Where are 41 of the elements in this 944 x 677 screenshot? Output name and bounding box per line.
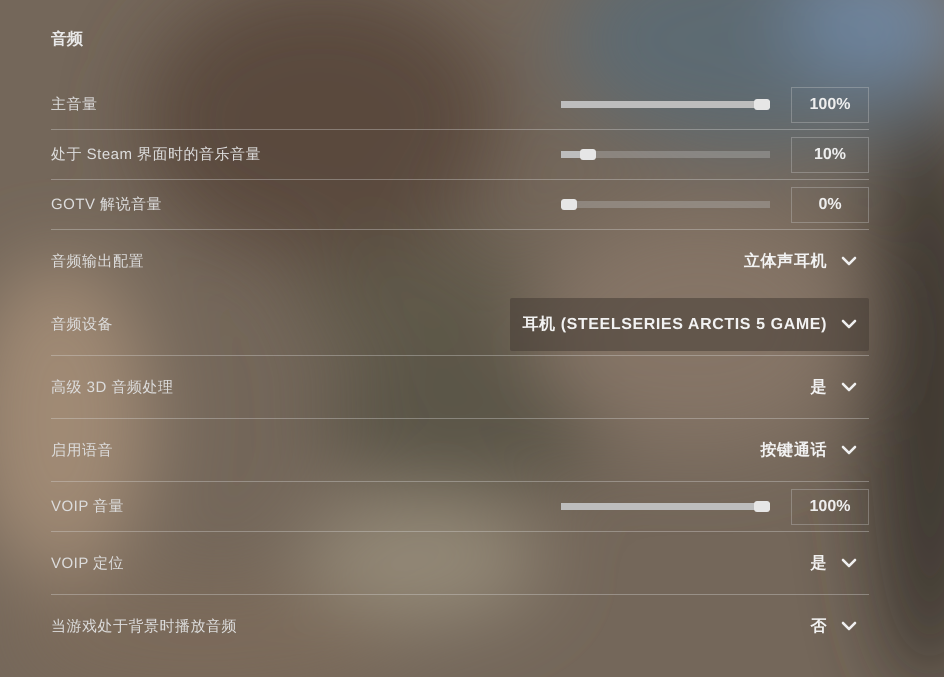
slider-thumb[interactable] xyxy=(580,149,596,160)
volume-slider[interactable] xyxy=(561,101,770,108)
setting-label: 主音量 xyxy=(51,95,98,114)
dropdown[interactable]: 是 xyxy=(798,360,869,414)
volume-slider[interactable] xyxy=(561,201,770,208)
dropdown[interactable]: 是 xyxy=(798,536,869,590)
dropdown-value: 是 xyxy=(810,554,827,574)
volume-slider[interactable] xyxy=(561,151,770,158)
setting-label: 音频输出配置 xyxy=(51,252,144,270)
slider-thumb[interactable] xyxy=(754,99,770,110)
chevron-down-icon xyxy=(841,558,857,568)
volume-reading[interactable]: 0% xyxy=(791,186,869,222)
setting-label: 启用语音 xyxy=(51,440,113,460)
dropdown-value: 是 xyxy=(810,378,827,398)
dropdown-value: 立体声耳机 xyxy=(744,251,827,272)
volume-reading[interactable]: 100% xyxy=(791,488,869,524)
section-title: 音频 xyxy=(51,29,84,50)
setting-label: 当游戏处于背景时播放音频 xyxy=(51,616,237,636)
setting-label: 高级 3D 音频处理 xyxy=(51,378,174,396)
dropdown[interactable]: 否 xyxy=(798,600,869,652)
chevron-down-icon xyxy=(841,256,857,266)
dropdown-value: 耳机 (STEELSERIES ARCTIS 5 GAME) xyxy=(522,314,827,334)
volume-reading[interactable]: 10% xyxy=(791,136,869,172)
chevron-down-icon xyxy=(841,382,857,392)
chevron-down-icon xyxy=(841,445,857,455)
dropdown[interactable]: 按键通话 xyxy=(748,424,869,476)
volume-reading[interactable]: 100% xyxy=(791,86,869,122)
slider-thumb[interactable] xyxy=(754,501,770,512)
setting-label: VOIP 定位 xyxy=(51,554,124,572)
dropdown-value: 按键通话 xyxy=(760,440,827,460)
volume-slider[interactable] xyxy=(561,503,770,510)
chevron-down-icon xyxy=(841,319,857,329)
slider-thumb[interactable] xyxy=(561,199,577,210)
dropdown[interactable]: 耳机 (STEELSERIES ARCTIS 5 GAME) xyxy=(510,298,869,350)
setting-label: VOIP 音量 xyxy=(51,497,124,516)
dropdown[interactable]: 立体声耳机 xyxy=(732,234,869,288)
dropdown-value: 否 xyxy=(810,616,827,636)
setting-label: 处于 Steam 界面时的音乐音量 xyxy=(51,145,262,164)
chevron-down-icon xyxy=(841,621,857,631)
setting-label: 音频设备 xyxy=(51,314,113,334)
setting-label: GOTV 解说音量 xyxy=(51,195,162,214)
